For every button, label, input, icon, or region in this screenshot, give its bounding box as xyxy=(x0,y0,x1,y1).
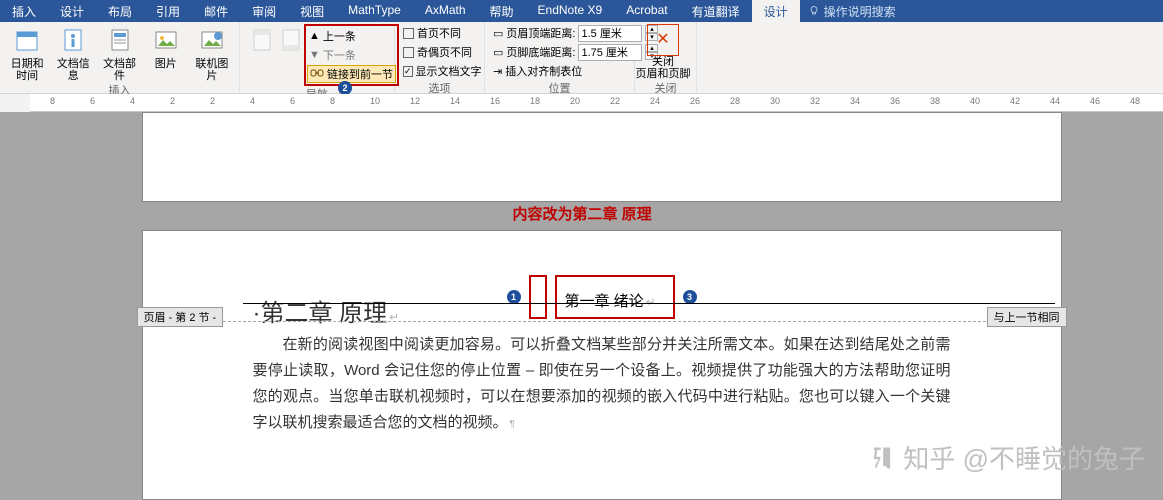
header-content: 1 第一章 绪论 3 xyxy=(143,275,1061,319)
ruler-tick: 20 xyxy=(570,96,580,106)
show-doc-text-checkbox[interactable]: ✓显示文档文字 xyxy=(401,62,478,80)
document-area: 内容改为第二章 原理 1 第一章 绪论 3 页眉 - 第 2 节 - 与上一节相… xyxy=(0,112,1163,500)
footer-bottom-input[interactable] xyxy=(578,44,642,61)
same-as-previous-tag: 与上一节相同 xyxy=(987,307,1067,327)
ruler-tick: 6 xyxy=(290,96,295,106)
docparts-button[interactable]: 文档部件 xyxy=(98,24,140,82)
tab-design[interactable]: 设计 xyxy=(48,0,96,22)
tab-insert[interactable]: 插入 xyxy=(0,0,48,22)
tab-design-context[interactable]: 设计 xyxy=(752,0,800,22)
step-badge-2: 2 xyxy=(338,81,352,95)
tab-mathtype[interactable]: MathType xyxy=(336,0,413,22)
next-section-button[interactable]: ▼下一条 xyxy=(307,46,396,64)
picture-icon xyxy=(150,24,182,56)
ruler-tick: 34 xyxy=(850,96,860,106)
body-paragraph: 在新的阅读视图中阅读更加容易。可以折叠文档某些部分并关注所需文本。如果在达到结尾… xyxy=(253,332,951,438)
step-badge-1: 1 xyxy=(507,290,521,304)
previous-section-button[interactable]: ▲上一条 xyxy=(307,27,396,45)
ruler-tick: 8 xyxy=(50,96,55,106)
goto-footer-button xyxy=(282,24,300,58)
ruler-tick: 24 xyxy=(650,96,660,106)
ruler-tick: 38 xyxy=(930,96,940,106)
docinfo-button[interactable]: 文档信息 xyxy=(52,24,94,82)
ruler-tick: 2 xyxy=(210,96,215,106)
tab-reference[interactable]: 引用 xyxy=(144,0,192,22)
online-picture-icon xyxy=(196,24,228,56)
ruler-tick: 18 xyxy=(530,96,540,106)
ruler-tick: 32 xyxy=(810,96,820,106)
ruler-tick: 4 xyxy=(130,96,135,106)
ruler-tick: 4 xyxy=(250,96,255,106)
lightbulb-icon xyxy=(808,5,820,17)
ruler-tick: 16 xyxy=(490,96,500,106)
header-top-icon: ▭ xyxy=(493,27,503,40)
ribbon-body: 日期和时间 文档信息 文档部件 图片 联机图片 插入 ▲上一条 ▼下一条 链接到… xyxy=(0,22,1163,94)
close-header-footer-button[interactable]: ✕关闭 页眉和页脚 xyxy=(641,24,685,80)
tab-review[interactable]: 审阅 xyxy=(240,0,288,22)
picture-button[interactable]: 图片 xyxy=(145,24,187,70)
ruler-tick: 46 xyxy=(1090,96,1100,106)
tab-mail[interactable]: 邮件 xyxy=(192,0,240,22)
tab-endnote[interactable]: EndNote X9 xyxy=(526,0,615,22)
datetime-button[interactable]: 日期和时间 xyxy=(6,24,48,82)
goto-header-button xyxy=(246,24,278,58)
ruler-tick: 48 xyxy=(1130,96,1140,106)
document-parts-icon xyxy=(104,24,136,56)
step-badge-3: 3 xyxy=(683,290,697,304)
footer-bottom-distance: ▭页脚底端距离:▴▾ xyxy=(491,43,628,61)
previous-page-bottom xyxy=(142,112,1062,202)
goto-header-icon xyxy=(246,24,278,56)
header-section-tag: 页眉 - 第 2 节 - xyxy=(137,307,224,327)
tab-view[interactable]: 视图 xyxy=(288,0,336,22)
insert-alignment-tab-button[interactable]: ⇥插入对齐制表位 xyxy=(491,62,628,80)
tab-help[interactable]: 帮助 xyxy=(478,0,526,22)
goto-footer-icon xyxy=(275,24,307,56)
up-arrow-icon: ▲ xyxy=(309,30,320,42)
close-icon: ✕ xyxy=(647,24,679,56)
footer-bottom-icon: ▭ xyxy=(493,46,503,59)
ruler-tick: 10 xyxy=(370,96,380,106)
ruler-tick: 26 xyxy=(690,96,700,106)
tab-acrobat[interactable]: Acrobat xyxy=(614,0,679,22)
zhihu-logo-icon xyxy=(867,443,897,473)
ruler-tick: 8 xyxy=(330,96,335,106)
ruler-tick: 30 xyxy=(770,96,780,106)
annotation-box-cursor xyxy=(529,275,547,319)
horizontal-ruler[interactable]: 8642246810121416182022242628303234363840… xyxy=(30,94,1163,112)
tab-axmath[interactable]: AxMath xyxy=(413,0,478,22)
ruler-tick: 22 xyxy=(610,96,620,106)
tab-layout[interactable]: 布局 xyxy=(96,0,144,22)
header-text[interactable]: 第一章 绪论 xyxy=(565,290,656,311)
ruler-tick: 28 xyxy=(730,96,740,106)
ruler-tick: 2 xyxy=(170,96,175,106)
tell-me-search[interactable]: 操作说明搜索 xyxy=(800,0,904,22)
link-prev-highlight: ▲上一条 ▼下一条 链接到前一节 xyxy=(304,24,399,86)
annotation-box-header-text: 第一章 绪论 xyxy=(555,275,675,319)
zhihu-watermark: 知乎 @不睡觉的兔子 xyxy=(867,439,1145,476)
ruler-tick: 36 xyxy=(890,96,900,106)
online-picture-button[interactable]: 联机图片 xyxy=(191,24,233,82)
tab-youdao[interactable]: 有道翻译 xyxy=(680,0,752,22)
tell-me-label: 操作说明搜索 xyxy=(824,3,896,20)
ruler-tick: 42 xyxy=(1010,96,1020,106)
header-top-input[interactable] xyxy=(578,25,642,42)
diff-first-page-checkbox[interactable]: 首页不同 xyxy=(401,24,478,42)
ruler-tick: 6 xyxy=(90,96,95,106)
down-arrow-icon: ▼ xyxy=(309,49,320,61)
header-footer-boundary xyxy=(133,321,1071,322)
tab-stop-icon: ⇥ xyxy=(493,65,502,78)
ribbon-tab-bar: 插入 设计 布局 引用 邮件 审阅 视图 MathType AxMath 帮助 … xyxy=(0,0,1163,22)
link-icon xyxy=(310,67,324,82)
ruler-tick: 40 xyxy=(970,96,980,106)
ruler-tick: 12 xyxy=(410,96,420,106)
annotation-change-content: 内容改为第二章 原理 xyxy=(513,203,652,224)
ruler-tick: 44 xyxy=(1050,96,1060,106)
header-underline xyxy=(243,303,1055,304)
document-info-icon xyxy=(57,24,89,56)
calendar-icon xyxy=(11,24,43,56)
link-to-previous-button[interactable]: 链接到前一节 xyxy=(307,65,396,83)
ruler-tick: 14 xyxy=(450,96,460,106)
header-top-distance: ▭页眉顶端距离:▴▾ xyxy=(491,24,628,42)
diff-odd-even-checkbox[interactable]: 奇偶页不同 xyxy=(401,43,478,61)
